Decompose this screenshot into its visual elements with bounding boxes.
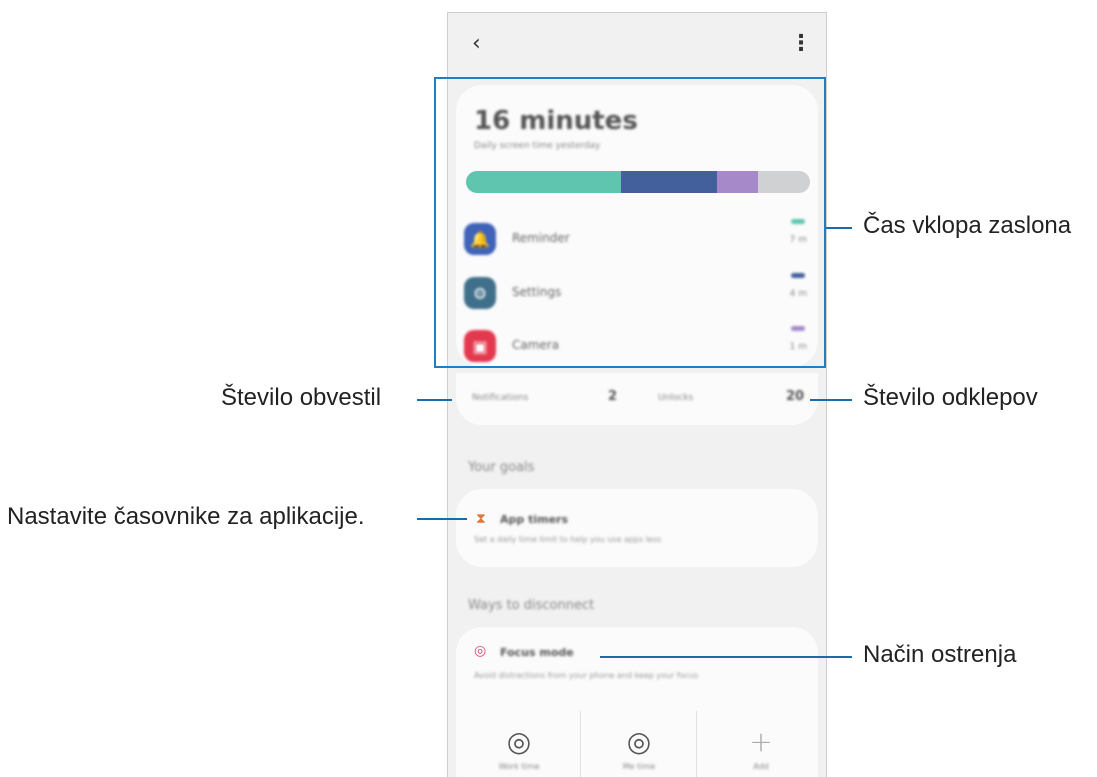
work-focus-button[interactable]: ◎ Work time: [456, 725, 582, 777]
label-notifications-count: Število obvestil: [221, 384, 382, 411]
tool-label: Work time: [498, 762, 540, 771]
add-focus-button[interactable]: + Add: [698, 725, 824, 777]
tool-label: Me time: [622, 762, 656, 771]
callout-line: [417, 518, 467, 520]
callout-line: [826, 227, 852, 229]
callout-line: [810, 399, 852, 401]
focus-mode-description: Avoid distractions from your phone and k…: [474, 671, 699, 680]
app-timers-title: App timers: [500, 513, 569, 526]
target-icon: ◎: [474, 643, 487, 659]
app-timers-card[interactable]: [456, 489, 818, 567]
me-focus-button[interactable]: ◎ Me time: [576, 725, 702, 777]
back-icon[interactable]: ‹: [472, 33, 481, 55]
app-timers-description: Set a daily time limit to help you use a…: [474, 535, 662, 544]
hourglass-icon: ⧗: [476, 511, 486, 527]
me-focus-icon: ◎: [626, 725, 652, 758]
label-unlocks-count: Število odklepov: [863, 384, 1038, 411]
more-options-icon[interactable]: ⋮: [790, 33, 812, 55]
callout-line: [600, 656, 852, 658]
disconnect-title: Ways to disconnect: [468, 598, 595, 613]
screen-time-highlight: [434, 77, 826, 368]
label-focus-mode: Način ostrenja: [863, 641, 1017, 668]
notifications-label: Notifications: [472, 393, 529, 403]
goals-title: Your goals: [468, 460, 535, 475]
unlocks-value: 20: [786, 389, 805, 404]
plus-icon: +: [749, 725, 773, 758]
unlocks-label: Unlocks: [658, 393, 694, 403]
callout-line: [417, 399, 452, 401]
notifications-value: 2: [608, 389, 618, 404]
label-screen-on-time: Čas vklopa zaslona: [863, 212, 1072, 239]
focus-mode-title: Focus mode: [500, 646, 574, 659]
label-app-timers: Nastavite časovnike za aplikacije.: [7, 503, 365, 530]
tool-label: Add: [753, 762, 769, 771]
work-focus-icon: ◎: [506, 725, 532, 758]
